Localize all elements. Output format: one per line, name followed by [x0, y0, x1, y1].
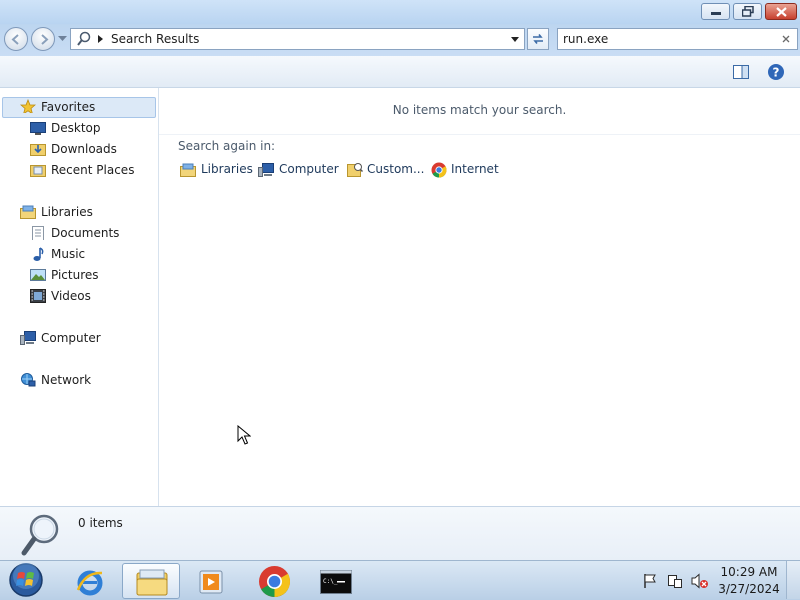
taskbar-internet-explorer[interactable] — [61, 563, 119, 599]
restore-icon — [742, 6, 754, 17]
media-player-icon — [199, 570, 223, 594]
taskbar: C:\_ 10:29 AM 3/27/2024 — [0, 560, 800, 600]
clear-search-icon[interactable] — [782, 35, 790, 43]
search-again-option-label: Internet — [451, 162, 499, 176]
back-button[interactable] — [4, 27, 28, 51]
back-arrow-icon — [11, 34, 19, 45]
breadcrumb-label[interactable]: Search Results — [111, 32, 199, 46]
command-bar: ? — [0, 56, 800, 88]
details-pane: 0 items — [0, 506, 800, 560]
sidebar-label: Pictures — [51, 268, 99, 282]
windows-start-orb-icon — [9, 563, 43, 597]
item-count: 0 items — [78, 516, 123, 530]
desktop-icon — [30, 122, 46, 135]
action-center-flag-icon[interactable] — [642, 573, 658, 589]
documents-icon — [32, 226, 44, 240]
refresh-icon — [533, 34, 543, 44]
sidebar-label: Libraries — [41, 205, 93, 219]
refresh-button[interactable] — [527, 28, 549, 50]
restore-button[interactable] — [733, 3, 762, 20]
recent-places-icon — [30, 165, 46, 177]
taskbar-chrome[interactable] — [246, 563, 304, 599]
search-again-option-label: Computer — [279, 162, 339, 176]
minimize-icon — [711, 12, 721, 15]
file-list-area[interactable]: No items match your search. Search again… — [159, 88, 800, 506]
address-row: Search Results run.exe — [0, 24, 800, 56]
chrome-icon — [431, 162, 447, 178]
svg-text:C:\_: C:\_ — [323, 578, 338, 585]
search-folder-icon — [77, 31, 91, 46]
show-desktop-button[interactable] — [786, 561, 800, 599]
sidebar-label: Network — [41, 373, 92, 387]
search-again-label: Search again in: — [178, 139, 276, 153]
sidebar-label: Documents — [51, 226, 120, 240]
search-box[interactable]: run.exe — [557, 28, 798, 50]
forward-arrow-icon — [41, 34, 49, 45]
sidebar-label: Downloads — [51, 142, 117, 156]
search-magnifier-icon — [21, 514, 59, 556]
search-again-option-label: Libraries — [201, 162, 253, 176]
close-icon — [776, 7, 787, 17]
navigation-pane: Favorites Desktop Downloads Recent Place… — [0, 88, 158, 506]
pictures-icon — [30, 269, 46, 281]
empty-message-row: No items match your search. — [159, 88, 800, 135]
network-icon — [21, 373, 36, 387]
chrome-icon — [259, 566, 290, 597]
svg-text:?: ? — [773, 66, 780, 80]
title-bar — [0, 0, 800, 24]
command-prompt-icon: C:\_ — [320, 570, 352, 594]
computer-icon — [20, 331, 36, 345]
preview-pane-icon[interactable] — [733, 65, 749, 79]
sidebar-label: Desktop — [51, 121, 101, 135]
libraries-icon — [20, 205, 36, 219]
libraries-icon — [180, 163, 196, 177]
sidebar-label: Videos — [51, 289, 91, 303]
clock[interactable]: 10:29 AM 3/27/2024 — [716, 564, 782, 598]
computer-icon — [258, 163, 274, 177]
music-note-icon — [33, 247, 44, 261]
downloads-folder-icon — [30, 144, 46, 156]
internet-explorer-icon — [76, 570, 103, 596]
videos-film-icon — [30, 289, 46, 303]
windows-explorer-folder-icon — [136, 569, 168, 596]
volume-muted-icon[interactable] — [691, 573, 709, 589]
start-button[interactable] — [4, 561, 48, 599]
sidebar-label: Recent Places — [51, 163, 135, 177]
star-icon — [20, 99, 36, 113]
close-button[interactable] — [765, 3, 797, 20]
taskbar-media-player[interactable] — [183, 563, 241, 599]
sidebar-label: Computer — [41, 331, 101, 345]
address-dropdown-icon[interactable] — [511, 37, 519, 42]
taskbar-windows-explorer[interactable] — [122, 563, 180, 599]
sidebar-label: Music — [51, 247, 86, 261]
help-icon[interactable]: ? — [767, 63, 785, 81]
clock-time: 10:29 AM — [720, 565, 778, 579]
custom-folder-icon — [347, 163, 363, 177]
recent-pages-dropdown-icon[interactable] — [58, 36, 67, 42]
clock-date: 3/27/2024 — [718, 582, 780, 596]
taskbar-command-prompt[interactable]: C:\_ — [307, 563, 365, 599]
search-input[interactable]: run.exe — [563, 32, 608, 46]
search-again-option-label: Custom... — [367, 162, 425, 176]
forward-button[interactable] — [31, 27, 55, 51]
breadcrumb-chevron-icon[interactable] — [98, 35, 103, 43]
sidebar-label: Favorites — [41, 100, 96, 114]
minimize-button[interactable] — [701, 3, 730, 20]
empty-message: No items match your search. — [392, 103, 567, 117]
address-bar[interactable]: Search Results — [70, 28, 525, 50]
mouse-cursor-icon — [237, 425, 251, 445]
network-tray-icon[interactable] — [667, 573, 683, 589]
